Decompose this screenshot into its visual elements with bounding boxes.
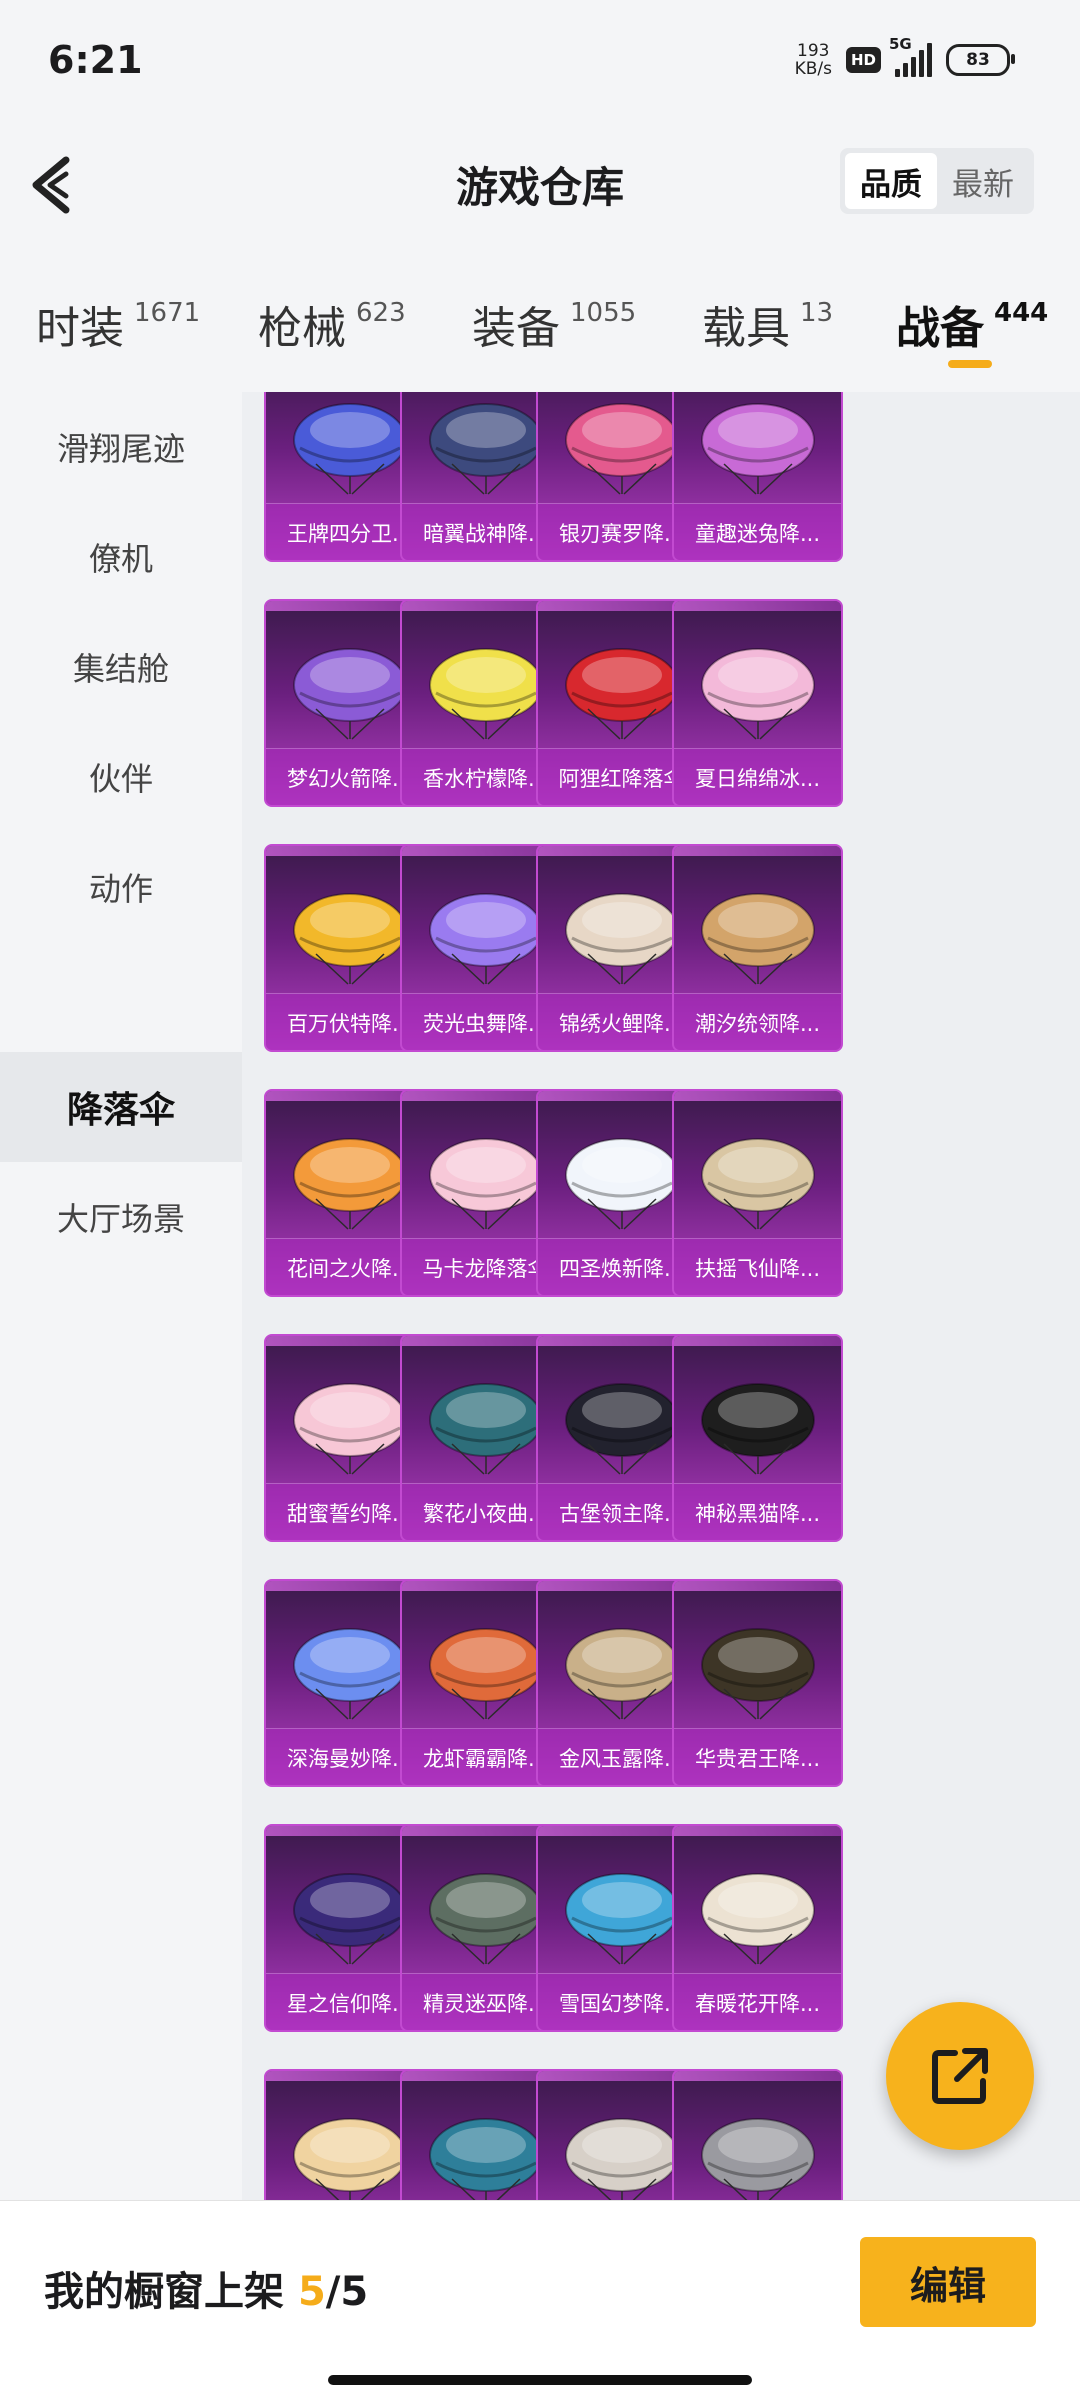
tab-count: 1055 [570,298,637,328]
parachute-icon [701,1628,815,1720]
parachute-icon [565,403,679,495]
hd-icon: HD [845,47,881,73]
parachute-icon [565,1873,679,1965]
sidebar-item-emote[interactable]: 动作 [0,832,242,942]
showcase-total-count: /5 [325,2269,369,2315]
tab-vehicles[interactable]: 载具 13 [702,292,833,356]
parachute-icon [293,1138,407,1230]
parachute-icon [429,648,543,740]
tab-firearms[interactable]: 枪械 623 [258,292,406,356]
network-speed-value: 193 [797,41,830,61]
parachute-item-name: 神秘黑猫降... [694,1502,821,1526]
sidebar-item-companion[interactable]: 伙伴 [0,722,242,832]
parachute-icon [293,893,407,985]
parachute-icon [293,1873,407,1965]
sort-toggle: 品质 最新 [840,148,1034,214]
sort-quality-button[interactable]: 品质 [845,153,937,209]
parachute-item-name: 春暖花开降... [694,1992,821,2016]
parachute-icon [429,1383,543,1475]
parachute-icon [565,1383,679,1475]
parachute-item-card[interactable]: 童趣迷兔降... [672,392,843,562]
showcase-label: 我的橱窗上架 [44,2269,284,2315]
parachute-icon [293,2118,407,2200]
parachute-icon [293,1628,407,1720]
tab-battle-gear[interactable]: 战备 444 [896,292,1048,356]
parachute-icon [293,403,407,495]
parachute-icon [701,893,815,985]
sidebar-item-lobby-scene[interactable]: 大厅场景 [0,1162,242,1272]
parachute-icon [565,893,679,985]
parachute-icon [429,1138,543,1230]
active-tab-indicator [948,360,992,368]
parachute-item-name: 华贵君王降... [694,1747,821,1771]
parachute-icon [565,1138,679,1230]
sort-newest-button[interactable]: 最新 [937,153,1029,209]
sidebar-item-parachute[interactable]: 降落伞 [0,1052,242,1162]
parachute-icon [701,2118,815,2200]
sidebar-item-glide-trail[interactable]: 滑翔尾迹 [0,392,242,502]
showcase-used-count: 5 [297,2269,326,2315]
signal-icon: 5G [889,35,932,77]
parachute-icon [429,403,543,495]
home-indicator[interactable] [328,2375,752,2385]
parachute-item-card[interactable]: 华贵君王降... [672,1579,843,1787]
bottom-bar: 我的橱窗上架 5/5 编辑 [0,2200,1080,2401]
tab-label: 枪械 [258,303,346,354]
parachute-item-card[interactable]: 潮汐统领降... [672,844,843,1052]
parachute-item-card[interactable]: SS38王牌降... [672,2069,843,2200]
parachute-item-card[interactable]: 夏日绵绵冰... [672,599,843,807]
network-type: 5G [889,35,912,53]
parachute-icon [565,648,679,740]
network-speed-unit: KB/s [794,59,832,79]
status-icons: 193 KB/s HD 5G 83 [795,35,1015,78]
parachute-icon [429,893,543,985]
tab-count: 444 [994,298,1049,328]
sidebar: 滑翔尾迹 僚机 集结舱 伙伴 动作 降落伞 大厅场景 [0,392,242,2200]
tab-fashion[interactable]: 时装 1671 [36,292,200,356]
network-speed: 193 KB/s [795,42,832,78]
parachute-item-card[interactable]: 神秘黑猫降... [672,1334,843,1542]
parachute-icon [565,2118,679,2200]
parachute-item-card[interactable]: 春暖花开降... [672,1824,843,2032]
status-bar: 6:21 193 KB/s HD 5G 83 [0,0,1080,130]
parachute-icon [701,403,815,495]
parachute-item-card[interactable]: 扶摇飞仙降... [672,1089,843,1297]
sidebar-item-wingman[interactable]: 僚机 [0,502,242,612]
share-icon [932,2048,988,2104]
tab-label: 载具 [702,303,790,354]
parachute-icon [701,648,815,740]
parachute-icon [293,648,407,740]
parachute-icon [293,1383,407,1475]
tab-count: 1671 [134,298,201,328]
tab-count: 623 [356,298,406,328]
showcase-status: 我的橱窗上架 5/5 [44,2259,368,2317]
parachute-icon [565,1628,679,1720]
parachute-icon [701,1138,815,1230]
parachute-icon [701,1873,815,1965]
parachute-item-name: 夏日绵绵冰... [694,767,821,791]
tab-equipment[interactable]: 装备 1055 [472,292,636,356]
parachute-item-name: 潮汐统领降... [694,1012,821,1036]
parachute-icon [429,1628,543,1720]
status-time: 6:21 [48,38,143,82]
battery-icon: 83 [946,44,1015,76]
parachute-icon [429,2118,543,2200]
parachute-icon [701,1383,815,1475]
parachute-icon [429,1873,543,1965]
battery-level: 83 [966,50,990,70]
share-button[interactable] [886,2002,1034,2150]
tab-count: 13 [800,298,834,328]
tab-label: 时装 [36,303,124,354]
tab-label: 战备 [896,303,984,354]
header: 游戏仓库 品质 最新 [0,130,1080,240]
parachute-item-name: 扶摇飞仙降... [694,1257,821,1281]
category-tabs: 时装 1671 枪械 623 装备 1055 载具 13 战备 444 [0,280,1080,390]
item-grid: 王牌四分卫... 暗翼战神降... 银刃赛罗降... 童趣迷兔降... 梦幻火箭降...… [242,392,1080,2200]
parachute-item-name: 童趣迷兔降... [694,522,821,546]
sidebar-item-pod[interactable]: 集结舱 [0,612,242,722]
edit-button[interactable]: 编辑 [860,2237,1036,2327]
tab-label: 装备 [472,303,560,354]
